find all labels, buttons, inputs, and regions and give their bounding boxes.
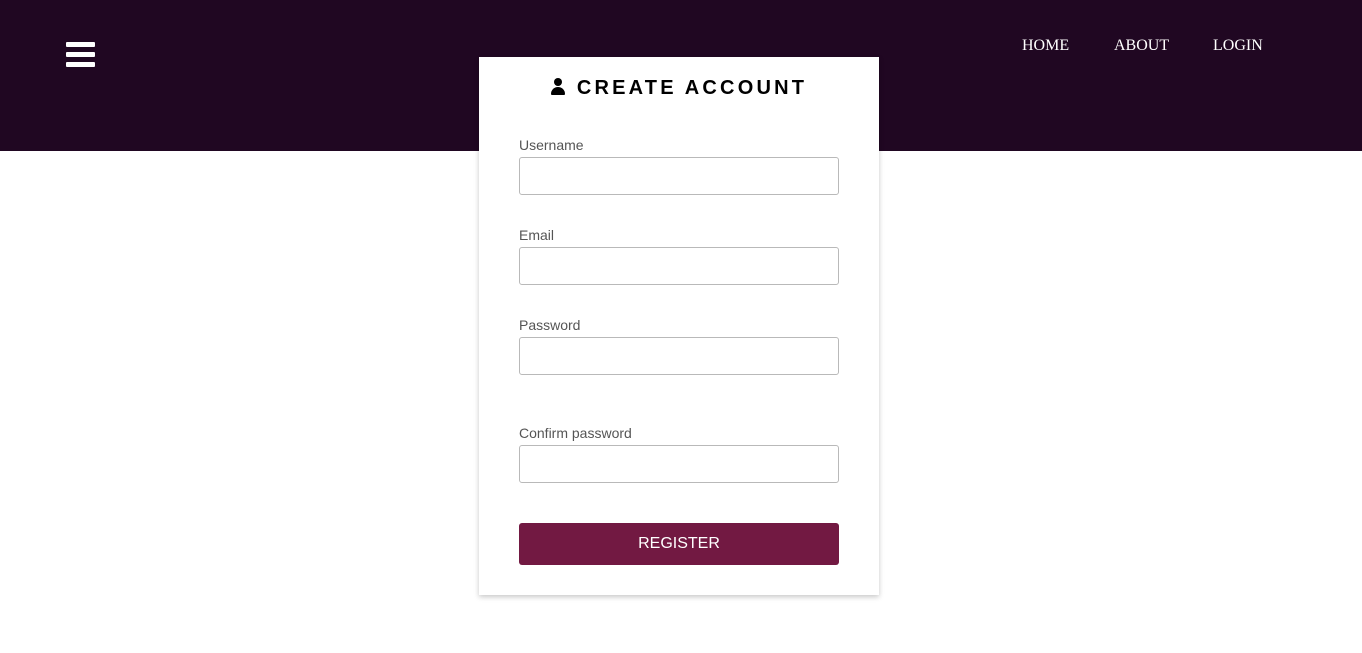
menu-bar-line bbox=[66, 62, 95, 67]
confirm-password-label: Confirm password bbox=[519, 425, 632, 441]
user-icon bbox=[550, 78, 565, 95]
page: HOME ABOUT LOGIN CREATE ACCOUNT Username… bbox=[0, 0, 1362, 653]
username-input[interactable] bbox=[519, 157, 839, 195]
register-button[interactable]: REGISTER bbox=[519, 523, 839, 565]
nav-link-home[interactable]: HOME bbox=[1022, 36, 1069, 56]
top-nav: HOME ABOUT LOGIN bbox=[1000, 36, 1290, 56]
password-input[interactable] bbox=[519, 337, 839, 375]
confirm-password-input[interactable] bbox=[519, 445, 839, 483]
hamburger-menu-icon[interactable] bbox=[66, 42, 95, 68]
form-title: CREATE ACCOUNT bbox=[479, 77, 879, 99]
email-label: Email bbox=[519, 227, 555, 243]
email-input[interactable] bbox=[519, 247, 839, 285]
nav-link-about[interactable]: ABOUT bbox=[1114, 36, 1169, 56]
nav-link-login[interactable]: LOGIN bbox=[1213, 36, 1263, 56]
register-card: CREATE ACCOUNT Username Email Password C… bbox=[479, 57, 879, 595]
username-label: Username bbox=[519, 137, 584, 153]
menu-bar-line bbox=[66, 42, 95, 47]
form-title-text: CREATE ACCOUNT bbox=[576, 77, 808, 99]
password-label: Password bbox=[519, 317, 581, 333]
menu-bar-line bbox=[66, 52, 95, 57]
